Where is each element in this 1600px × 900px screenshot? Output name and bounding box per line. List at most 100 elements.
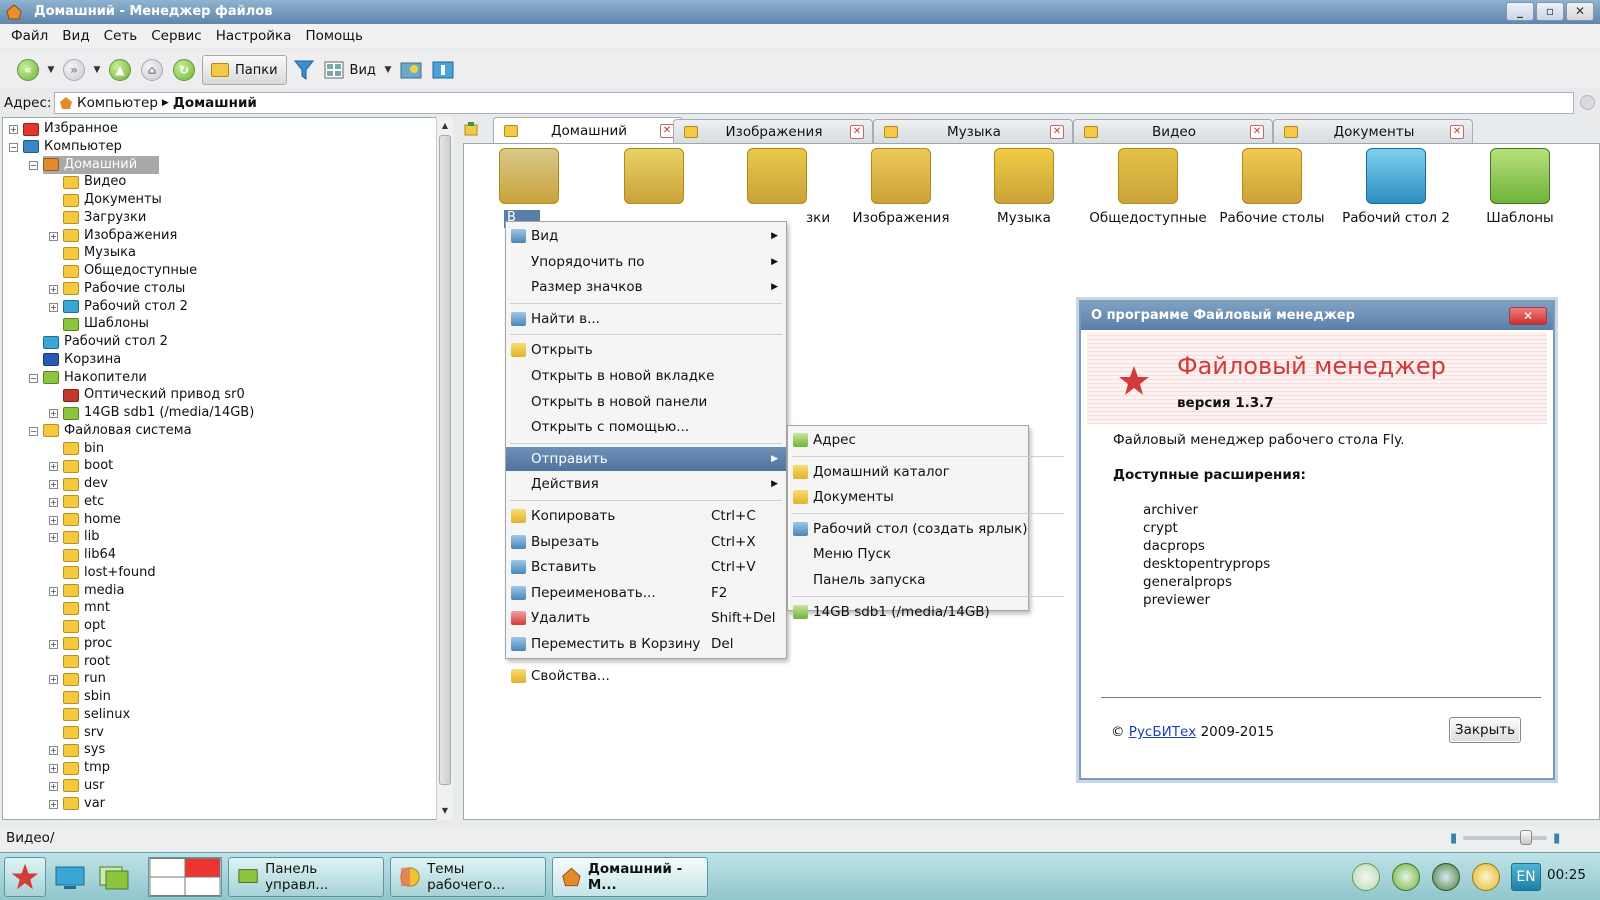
home-button[interactable]: ⌂: [138, 55, 166, 85]
scroll-thumb[interactable]: [439, 135, 451, 785]
tab-3[interactable]: Музыка ✕: [873, 119, 1073, 143]
task-file-manager[interactable]: Домашний - М...: [552, 857, 708, 897]
tree-expander-icon[interactable]: +: [49, 497, 58, 507]
task-desktop-themes[interactable]: Темы рабочего...: [390, 857, 546, 897]
zoom-out-icon[interactable]: ▮: [1450, 831, 1457, 846]
address-field[interactable]: Компьютер ▶ Домашний: [54, 92, 1574, 114]
tree-expander-icon[interactable]: +: [49, 409, 58, 418]
tree-item[interactable]: srv: [63, 724, 104, 742]
view-mode-dropdown[interactable]: ▼: [383, 65, 393, 75]
tree-item[interactable]: Накопители: [43, 369, 147, 387]
tree-item[interactable]: sbin: [63, 688, 111, 706]
tree-expander-icon[interactable]: −: [29, 426, 38, 436]
menu-item[interactable]: Найти в...: [506, 307, 786, 331]
tree-item[interactable]: bin: [63, 440, 104, 458]
tree-expander-icon[interactable]: +: [49, 764, 58, 773]
menu-item[interactable]: Размер значков ▶: [506, 275, 786, 299]
tree-item[interactable]: 14GB sdb1 (/media/14GB): [63, 404, 254, 422]
maximize-button[interactable]: ▫: [1536, 2, 1564, 21]
zoom-slider[interactable]: [1463, 830, 1548, 845]
tree-item[interactable]: opt: [63, 617, 105, 635]
file-item[interactable]: Шаблоны: [1460, 148, 1580, 226]
tree-expander-icon[interactable]: +: [49, 781, 58, 791]
scroll-down-icon[interactable]: ▼: [439, 804, 451, 818]
tree-expander-icon[interactable]: +: [49, 675, 58, 685]
tree-item[interactable]: Оптический привод sr0: [63, 386, 245, 404]
zoom-slider-knob[interactable]: [1520, 830, 1533, 845]
menu-item[interactable]: Документы: [788, 485, 1028, 509]
tree-item[interactable]: home: [63, 511, 121, 529]
tree-expander-icon[interactable]: +: [49, 639, 58, 649]
properties-button[interactable]: [429, 55, 457, 85]
view-mode-button[interactable]: Вид: [321, 55, 379, 85]
menu-item[interactable]: Переименовать... F2: [506, 581, 786, 605]
tree-item[interactable]: run: [63, 670, 106, 688]
menu-item[interactable]: Вырезать Ctrl+X: [506, 530, 786, 554]
wifi-tray-icon[interactable]: [1432, 863, 1460, 891]
tab-4[interactable]: Видео ✕: [1073, 119, 1273, 143]
tree-expander-icon[interactable]: +: [49, 515, 58, 525]
menu-item[interactable]: Открыть в новой панели: [506, 390, 786, 414]
dialog-close-icon[interactable]: ✕: [1509, 307, 1547, 325]
up-button[interactable]: ▲: [106, 55, 134, 85]
menu-item[interactable]: Вставить Ctrl+V: [506, 555, 786, 579]
file-item[interactable]: Изображения: [841, 148, 961, 226]
tree-expander-icon[interactable]: −: [29, 373, 38, 383]
menu-item[interactable]: Копировать Ctrl+C: [506, 504, 786, 528]
volume-tray-icon[interactable]: [1472, 863, 1500, 891]
file-item[interactable]: [717, 148, 837, 210]
file-item[interactable]: Рабочие столы: [1212, 148, 1332, 226]
task-control-panel[interactable]: Панель управл...: [228, 857, 384, 897]
tree-item[interactable]: proc: [63, 635, 112, 653]
menu-item[interactable]: Открыть в новой вкладке: [506, 364, 786, 388]
tree-item[interactable]: sys: [63, 741, 105, 759]
tree-expander-icon[interactable]: +: [49, 480, 58, 489]
file-item[interactable]: Общедоступные: [1088, 148, 1208, 226]
close-button[interactable]: Закрыть: [1449, 717, 1521, 743]
file-item[interactable]: [469, 148, 589, 210]
tree-item[interactable]: Файловая система: [43, 422, 192, 440]
start-button[interactable]: [4, 857, 46, 897]
menu-item[interactable]: Упорядочить по ▶: [506, 250, 786, 274]
menu-item[interactable]: Отправить ▶: [506, 446, 786, 471]
tree-item[interactable]: dev: [63, 475, 108, 493]
file-item[interactable]: [594, 148, 714, 210]
tree-item[interactable]: mnt: [63, 599, 110, 617]
tree-item[interactable]: tmp: [63, 759, 110, 777]
tree-item[interactable]: Видео: [63, 173, 126, 191]
back-button[interactable]: «: [14, 55, 42, 85]
tree-item[interactable]: Компьютер: [23, 138, 122, 156]
menu-item[interactable]: Адрес: [788, 428, 1028, 452]
tree-item[interactable]: lib64: [63, 546, 116, 564]
filter-button[interactable]: [291, 55, 317, 85]
tree-expander-icon[interactable]: −: [9, 142, 18, 152]
tab-1[interactable]: Домашний ✕: [493, 117, 683, 143]
menu-item[interactable]: Панель запуска: [788, 568, 1028, 592]
menu-item[interactable]: 14GB sdb1 (/media/14GB): [788, 600, 1028, 624]
network-tray-icon[interactable]: [1352, 863, 1380, 891]
menu-help[interactable]: Помощь: [298, 28, 370, 44]
tab-close-icon[interactable]: ✕: [1450, 124, 1464, 139]
tree-expander-icon[interactable]: +: [49, 533, 58, 543]
tab-close-icon[interactable]: ✕: [1250, 124, 1264, 139]
tree-item[interactable]: media: [63, 582, 125, 600]
tree-item[interactable]: Корзина: [43, 351, 121, 369]
menu-settings[interactable]: Настройка: [209, 28, 299, 44]
minimize-button[interactable]: _: [1506, 2, 1534, 21]
close-window-button[interactable]: ✕: [1566, 2, 1594, 21]
forward-history-dropdown[interactable]: ▼: [92, 65, 102, 75]
tree-item[interactable]: Избранное: [23, 120, 118, 138]
menu-item[interactable]: Вид ▶: [506, 224, 786, 248]
scroll-up-icon[interactable]: ▲: [439, 119, 451, 133]
tree-item[interactable]: Загрузки: [63, 209, 146, 227]
update-tray-icon[interactable]: [1392, 863, 1420, 891]
tree-expander-icon[interactable]: +: [49, 462, 58, 472]
tree-item[interactable]: lib: [63, 528, 99, 546]
tree-expander-icon[interactable]: +: [49, 302, 58, 312]
menu-item[interactable]: Домашний каталог: [788, 460, 1028, 484]
tree-item[interactable]: Музыка: [63, 244, 136, 262]
tab-close-icon[interactable]: ✕: [850, 124, 864, 139]
tree-expander-icon[interactable]: +: [9, 125, 18, 134]
menu-item[interactable]: Открыть: [506, 338, 786, 362]
new-folder-button[interactable]: [397, 55, 425, 85]
